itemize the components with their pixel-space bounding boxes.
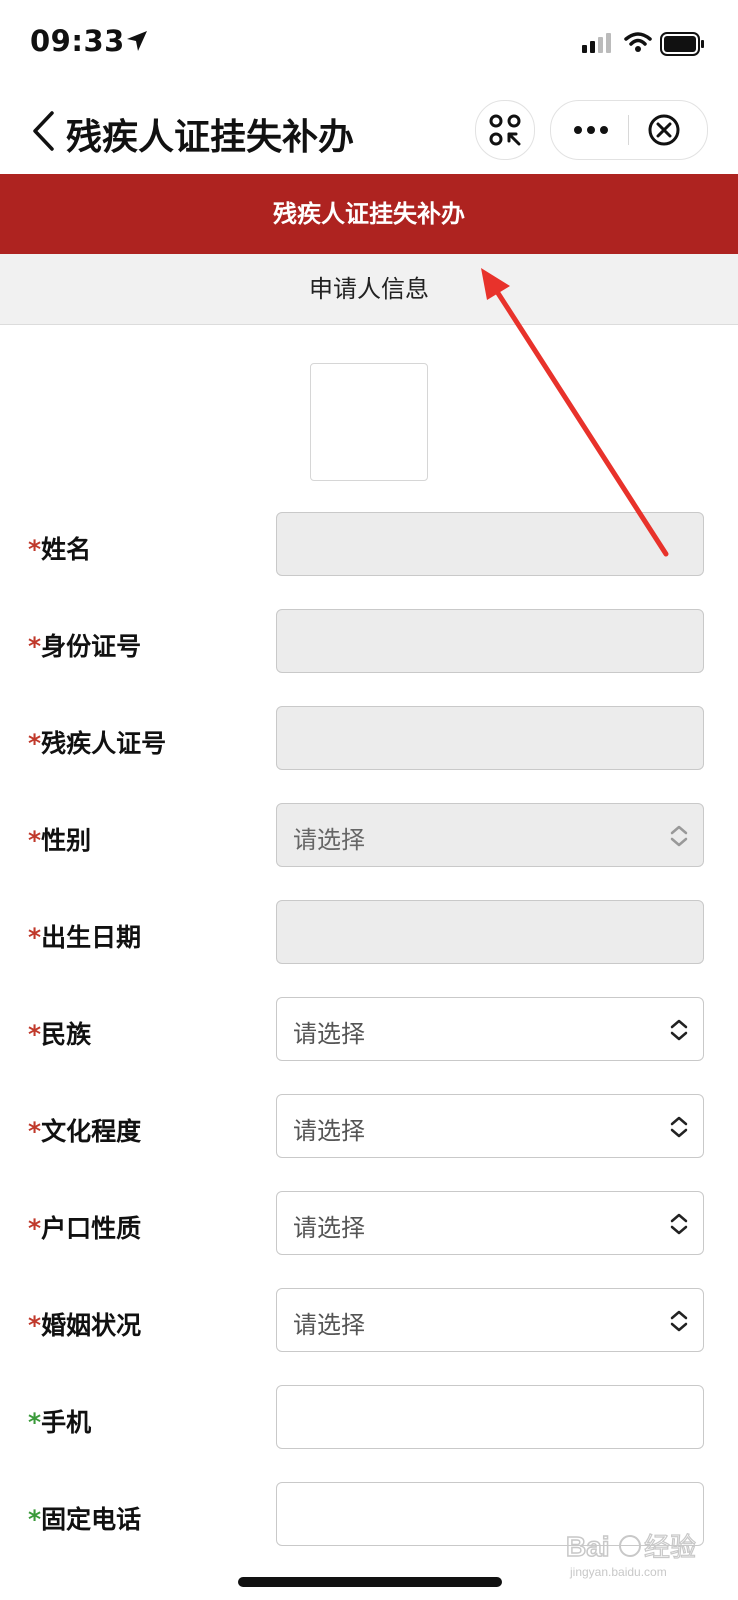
id-number-input[interactable]: [276, 609, 704, 673]
signal-icon: [582, 33, 611, 53]
field-label: *手机: [28, 1403, 91, 1439]
gender-select[interactable]: 请选择: [276, 803, 704, 867]
field-label: *婚姻状况: [28, 1306, 141, 1342]
field-value: 请选择: [293, 1214, 365, 1242]
updown-icon: [670, 825, 688, 847]
capsule-divider: [628, 115, 629, 145]
field-label-text: 手机: [41, 1408, 92, 1437]
scan-icon: [489, 114, 521, 146]
svg-text:经验: 经验: [644, 1533, 696, 1563]
field-label-text: 户口性质: [41, 1214, 142, 1243]
updown-icon: [670, 1116, 688, 1138]
required-mark: *: [28, 1020, 42, 1049]
field-label-text: 性别: [41, 826, 92, 855]
updown-icon: [670, 1213, 688, 1235]
nav-title: 残疾人证挂失补办: [66, 117, 355, 158]
education-select[interactable]: 请选择: [276, 1094, 704, 1158]
required-mark: *: [28, 729, 42, 758]
status-bar: 09:33: [0, 0, 738, 88]
form-row-birthdate: *出生日期: [0, 900, 738, 966]
field-label: *户口性质: [28, 1209, 141, 1245]
household-select[interactable]: 请选择: [276, 1191, 704, 1255]
updown-icon: [670, 1310, 688, 1332]
back-icon[interactable]: [30, 110, 58, 152]
home-indicator[interactable]: [238, 1577, 502, 1587]
field-label-text: 婚姻状况: [41, 1311, 142, 1340]
photo-placeholder[interactable]: [310, 363, 428, 481]
field-label-text: 民族: [41, 1020, 92, 1049]
more-icon[interactable]: [573, 125, 609, 135]
field-value: 请选择: [293, 1311, 365, 1339]
field-label: *身份证号: [28, 627, 141, 663]
required-mark: *: [28, 632, 42, 661]
battery-icon: [660, 32, 704, 56]
field-label-text: 残疾人证号: [41, 729, 167, 758]
field-value: 请选择: [293, 1117, 365, 1145]
field-label-text: 文化程度: [41, 1117, 142, 1146]
section-header: 申请人信息: [0, 254, 738, 325]
required-mark: *: [28, 1214, 42, 1243]
field-label-text: 固定电话: [41, 1505, 142, 1534]
location-arrow-icon: [127, 31, 147, 51]
field-label-text: 身份证号: [41, 632, 142, 661]
capsule-menu: [550, 100, 708, 160]
form-row-disability-cert: *残疾人证号: [0, 706, 738, 772]
name-input[interactable]: [276, 512, 704, 576]
required-mark: *: [28, 1408, 42, 1437]
form-row-name: *姓名: [0, 512, 738, 578]
field-value: 请选择: [293, 1020, 365, 1048]
field-label: *民族: [28, 1015, 91, 1051]
status-time: 09:33: [30, 24, 125, 58]
updown-icon: [670, 1019, 688, 1041]
baidu-watermark-logo: Bai 经验 jingyan.baidu.com: [565, 1530, 696, 1579]
nav-bar: 残疾人证挂失补办: [0, 88, 738, 174]
required-mark: *: [28, 1311, 42, 1340]
field-label: *文化程度: [28, 1112, 141, 1148]
form-row-id-number: *身份证号: [0, 609, 738, 675]
scan-button[interactable]: [475, 100, 535, 160]
field-label-text: 姓名: [41, 535, 92, 564]
field-value: 请选择: [293, 826, 365, 854]
required-mark: *: [28, 1117, 42, 1146]
field-label: *残疾人证号: [28, 724, 166, 760]
field-label: *固定电话: [28, 1500, 141, 1536]
svg-text:jingyan.baidu.com: jingyan.baidu.com: [569, 1565, 667, 1579]
form-row-ethnicity: *民族 请选择: [0, 997, 738, 1063]
required-mark: *: [28, 1505, 42, 1534]
form-row-gender: *性别 请选择: [0, 803, 738, 869]
page-banner: 残疾人证挂失补办: [0, 174, 738, 254]
form-row-education: *文化程度 请选择: [0, 1094, 738, 1160]
mobile-input[interactable]: [276, 1385, 704, 1449]
marital-select[interactable]: 请选择: [276, 1288, 704, 1352]
required-mark: *: [28, 923, 42, 952]
required-mark: *: [28, 826, 42, 855]
form-row-marital: *婚姻状况 请选择: [0, 1288, 738, 1354]
field-label: *出生日期: [28, 918, 141, 954]
svg-text:Bai: Bai: [566, 1531, 610, 1562]
required-mark: *: [28, 535, 42, 564]
field-label: *姓名: [28, 530, 91, 566]
ethnicity-select[interactable]: 请选择: [276, 997, 704, 1061]
birthdate-input[interactable]: [276, 900, 704, 964]
form-row-household: *户口性质 请选择: [0, 1191, 738, 1257]
close-icon[interactable]: [647, 113, 681, 147]
wifi-icon: [624, 32, 652, 52]
field-label-text: 出生日期: [41, 923, 142, 952]
disability-cert-input[interactable]: [276, 706, 704, 770]
form-row-mobile: *手机: [0, 1385, 738, 1451]
field-label: *性别: [28, 821, 91, 857]
